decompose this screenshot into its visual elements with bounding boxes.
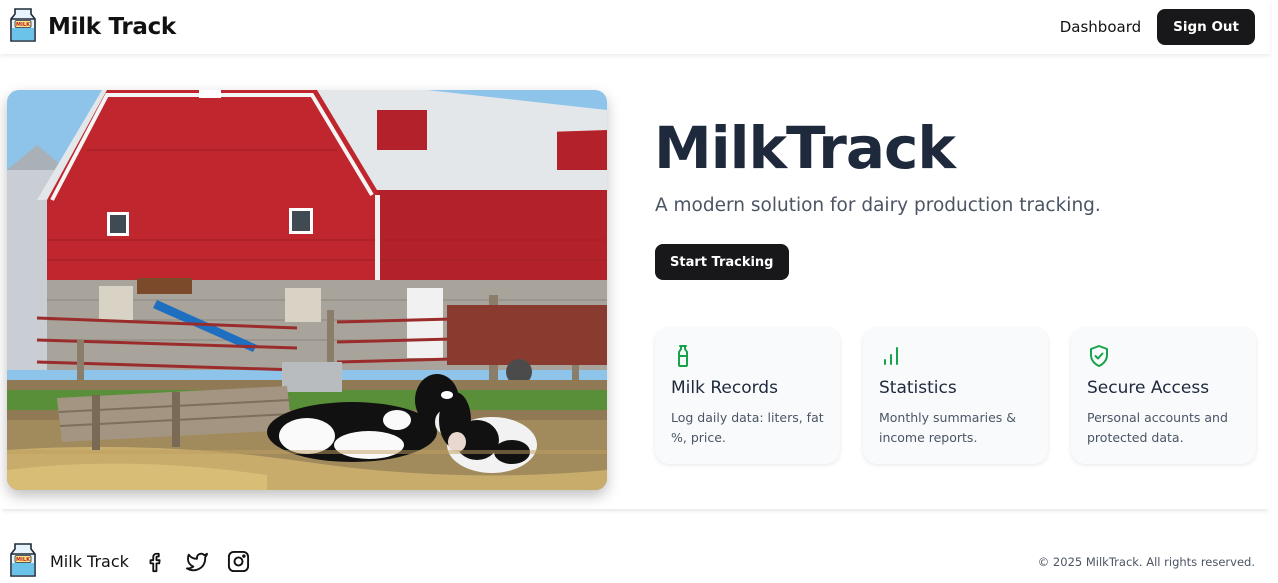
top-navbar: MILK Milk Track Dashboard Sign Out — [0, 0, 1270, 54]
svg-text:MILK: MILK — [16, 557, 31, 563]
footer: MILK Milk Track © 2025 MilkTrack. All ri — [0, 540, 1270, 583]
start-tracking-button[interactable]: Start Tracking — [655, 244, 789, 280]
bar-chart-icon — [879, 344, 1032, 368]
feature-title: Statistics — [879, 378, 957, 398]
feature-card-milk-records: Milk Records Log daily data: liters, fat… — [655, 328, 840, 464]
shield-check-icon — [1087, 344, 1240, 368]
brand[interactable]: MILK Milk Track — [10, 8, 176, 46]
milk-bottle-icon — [671, 344, 824, 368]
instagram-icon[interactable] — [227, 550, 250, 573]
copyright-text: © 2025 MilkTrack. All rights reserved. — [1037, 554, 1255, 569]
nav-dashboard-link[interactable]: Dashboard — [1060, 18, 1141, 36]
sign-out-button[interactable]: Sign Out — [1157, 9, 1255, 45]
feature-title: Milk Records — [671, 378, 778, 398]
twitter-icon[interactable] — [185, 551, 209, 573]
facebook-icon[interactable] — [145, 551, 167, 573]
footer-brand: Milk Track — [50, 552, 129, 571]
hero-section: MilkTrack A modern solution for dairy pr… — [0, 54, 1270, 509]
feature-card-statistics: Statistics Monthly summaries & income re… — [863, 328, 1048, 464]
feature-desc: Log daily data: liters, fat %, price. — [671, 410, 824, 445]
hero-subtitle: A modern solution for dairy production t… — [655, 195, 1101, 216]
feature-card-secure-access: Secure Access Personal accounts and prot… — [1071, 328, 1256, 464]
brand-title: Milk Track — [48, 14, 176, 40]
milk-carton-logo-icon: MILK — [10, 8, 36, 46]
feature-desc: Personal accounts and protected data. — [1087, 410, 1228, 445]
feature-title: Secure Access — [1087, 378, 1210, 398]
feature-cards: Milk Records Log daily data: liters, fat… — [655, 328, 1256, 464]
nav-menu: Dashboard Sign Out — [1060, 9, 1255, 45]
feature-desc: Monthly summaries & income reports. — [879, 410, 1017, 445]
hero-title: MilkTrack — [654, 114, 956, 182]
svg-text:MILK: MILK — [16, 22, 31, 28]
hero-farm-image — [7, 90, 607, 490]
footer-left: MILK Milk Track — [10, 542, 250, 581]
social-links — [145, 550, 250, 573]
milk-carton-logo-icon: MILK — [10, 542, 36, 581]
